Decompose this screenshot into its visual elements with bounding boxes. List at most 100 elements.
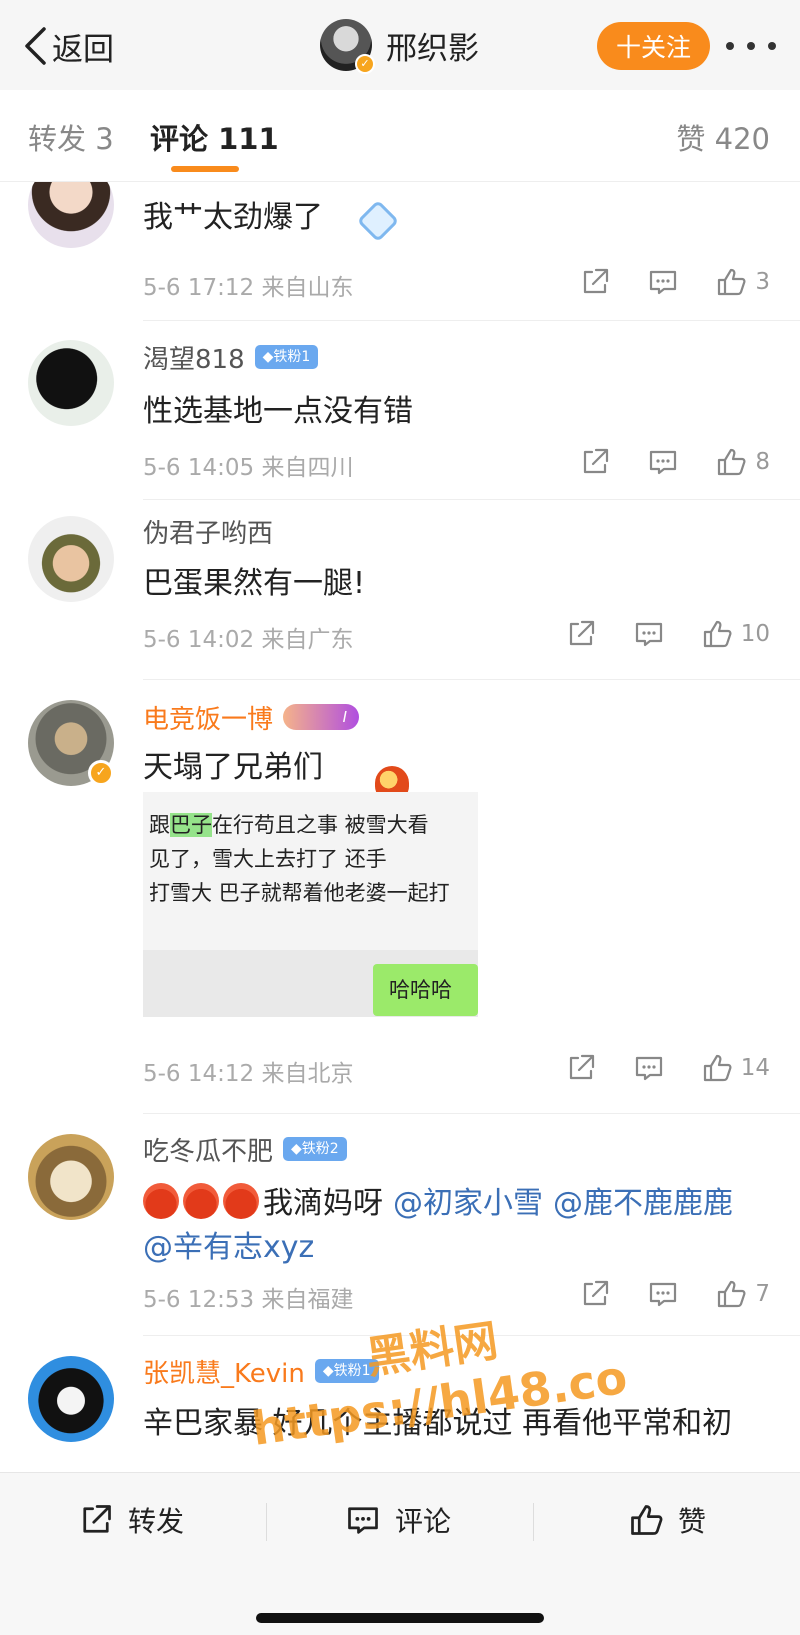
thumbs-up-icon: [631, 1505, 663, 1535]
comment-item: 伪君子哟西 巴蛋果然有一腿! 5-6 14:02 来自广东 10: [0, 500, 800, 680]
divider: [266, 1503, 267, 1541]
comment-text: 天塌了兄弟们: [143, 750, 323, 785]
mention-link[interactable]: @初家小雪: [393, 1186, 543, 1221]
comment-location: 来自四川: [261, 455, 354, 481]
profile-name: 邢织影: [386, 30, 479, 67]
repost-button[interactable]: 转发: [78, 1495, 184, 1545]
username[interactable]: 渴望818: [143, 339, 245, 376]
reply-button[interactable]: [647, 1278, 679, 1310]
comment-time: 5-6 14:02: [143, 627, 255, 653]
repost-comment-button[interactable]: [579, 1278, 611, 1310]
like-count: 14: [740, 1055, 770, 1081]
comment-text-continued: @辛有志xyz: [143, 1222, 314, 1266]
avatar[interactable]: [28, 182, 114, 248]
comment-icon: [650, 1282, 677, 1307]
comment-meta: 5-6 12:53 来自福建: [143, 1280, 353, 1314]
reply-button[interactable]: [633, 1052, 665, 1084]
repost-label: 转发: [128, 1505, 185, 1538]
repost-comment-button[interactable]: [579, 446, 611, 478]
like-button[interactable]: 8: [715, 446, 770, 478]
comment-location: 来自山东: [261, 275, 354, 301]
share-icon: [569, 620, 594, 646]
fan-badge[interactable]: ◆铁粉1: [314, 1359, 379, 1383]
comment-text: 巴蛋果然有一腿!: [143, 566, 366, 601]
comment-item: 吃冬瓜不肥 ◆铁粉2 我滴妈呀 @初家小雪 @鹿不鹿鹿鹿 @辛有志xyz 5-6 1…: [0, 1114, 800, 1336]
comment-item: 渴望818 ◆铁粉1 性选基地一点没有错 5-6 14:05 来自四川 8: [0, 320, 800, 500]
like-post-button[interactable]: 赞: [628, 1495, 706, 1545]
username[interactable]: 伪君子哟西: [143, 513, 273, 550]
comment-location: 来自福建: [261, 1287, 354, 1313]
comment-item: 我艹太劲爆了 5-6 17:12 来自山东 3: [0, 182, 800, 322]
image-text-line: 见了，雪大上去打了: [149, 847, 338, 871]
repost-comment-button[interactable]: [565, 618, 597, 650]
like-count: 7: [755, 1281, 770, 1307]
image-text: 跟巴子在行苟且之事 被雪大看 见了，雪大上去打了 还手 打雪大 巴子就帮着他老婆…: [143, 808, 478, 910]
comment-item: ✓ 电竞饭一博 I 天塌了兄弟们 跟巴子在行苟且之事 被雪大看 见了，雪大上去打…: [0, 680, 800, 1114]
share-icon: [584, 1280, 609, 1306]
avatar[interactable]: [28, 1356, 114, 1442]
home-indicator: [256, 1613, 544, 1623]
mention-link[interactable]: @辛有志xyz: [143, 1230, 314, 1265]
tab-repost[interactable]: 转发 3: [28, 116, 114, 158]
comment-list[interactable]: 我艹太劲爆了 5-6 17:12 来自山东 3 渴望818 ◆铁粉1 性选基地一…: [0, 182, 800, 1472]
more-dots-icon[interactable]: [726, 26, 776, 66]
repost-comment-button[interactable]: [579, 266, 611, 298]
comment-time: 5-6 14:05: [143, 455, 255, 481]
like-button[interactable]: 3: [715, 266, 770, 298]
comment-text: 我艹太劲爆了: [143, 200, 323, 235]
comment-meta: 5-6 17:12 来自山东: [143, 268, 353, 302]
image-text-line: 打雪大 巴子就帮着他老婆一起打: [149, 881, 450, 905]
thumbs-up-icon: [718, 1280, 746, 1308]
comment-image[interactable]: 跟巴子在行苟且之事 被雪大看 见了，雪大上去打了 还手 打雪大 巴子就帮着他老婆…: [143, 792, 478, 1017]
comment-text: 我滴妈呀 @初家小雪 @鹿不鹿鹿鹿: [143, 1178, 733, 1222]
comment-button[interactable]: 评论: [345, 1495, 451, 1545]
repost-comment-button[interactable]: [565, 1052, 597, 1084]
tab-comment[interactable]: 评论 111: [150, 116, 279, 158]
username[interactable]: 吃冬瓜不肥: [143, 1131, 273, 1168]
reply-button[interactable]: [647, 266, 679, 298]
mention-link[interactable]: @鹿不鹿鹿鹿: [553, 1186, 733, 1221]
comment-meta: 5-6 14:05 来自四川: [143, 448, 353, 482]
like-button[interactable]: 14: [701, 1052, 770, 1084]
comment-text: 性选基地一点没有错: [143, 394, 413, 429]
username[interactable]: 张凯慧_Kevin: [143, 1353, 305, 1390]
tab-like[interactable]: 赞 420: [676, 116, 770, 158]
reply-button[interactable]: [647, 446, 679, 478]
fan-badge[interactable]: ◆铁粉2: [283, 1137, 347, 1161]
comment-label: 评论: [395, 1505, 452, 1538]
share-icon: [569, 1054, 594, 1080]
comment-actions: 7: [543, 1274, 770, 1314]
back-label: 返回: [52, 31, 114, 68]
fan-badge[interactable]: ◆铁粉1: [254, 345, 319, 369]
like-count: 10: [740, 621, 770, 647]
image-chat-bubble: 哈哈哈: [373, 964, 478, 1016]
vip-badge[interactable]: I: [283, 704, 360, 730]
profile-header[interactable]: ✓ 邢织影: [320, 18, 479, 74]
share-icon: [584, 268, 609, 294]
comment-time: 5-6 17:12: [143, 275, 255, 301]
avatar[interactable]: [28, 1134, 114, 1220]
image-text-line: 在行苟且之事 被雪大看: [212, 813, 429, 837]
avatar[interactable]: ✓: [320, 19, 375, 74]
follow-button[interactable]: 十关注: [597, 22, 710, 70]
comment-icon: [650, 270, 677, 295]
like-label: 赞: [678, 1505, 707, 1538]
like-count: 8: [755, 449, 770, 475]
avatar[interactable]: [28, 340, 114, 426]
verified-badge-icon: ✓: [88, 760, 114, 786]
username[interactable]: 电竞饭一博: [143, 699, 273, 736]
comment-actions: 8: [543, 442, 770, 482]
angry-face-icon: [223, 1183, 259, 1219]
comment-icon: [348, 1507, 378, 1534]
top-bar: 返回 ✓ 邢织影 十关注: [0, 0, 800, 90]
thumbs-up-icon: [703, 1054, 732, 1082]
angry-face-icon: [143, 1183, 179, 1219]
avatar[interactable]: [28, 516, 114, 602]
back-button[interactable]: 返回: [22, 22, 114, 70]
active-tab-indicator: [171, 166, 239, 172]
like-button[interactable]: 7: [715, 1278, 770, 1310]
reply-button[interactable]: [633, 618, 665, 650]
like-button[interactable]: 10: [701, 618, 770, 650]
comment-time: 5-6 12:53: [143, 1287, 255, 1313]
comment-item: 张凯慧_Kevin ◆铁粉1 辛巴家暴 好几个主播都说过 再看他平常和初: [0, 1336, 800, 1472]
